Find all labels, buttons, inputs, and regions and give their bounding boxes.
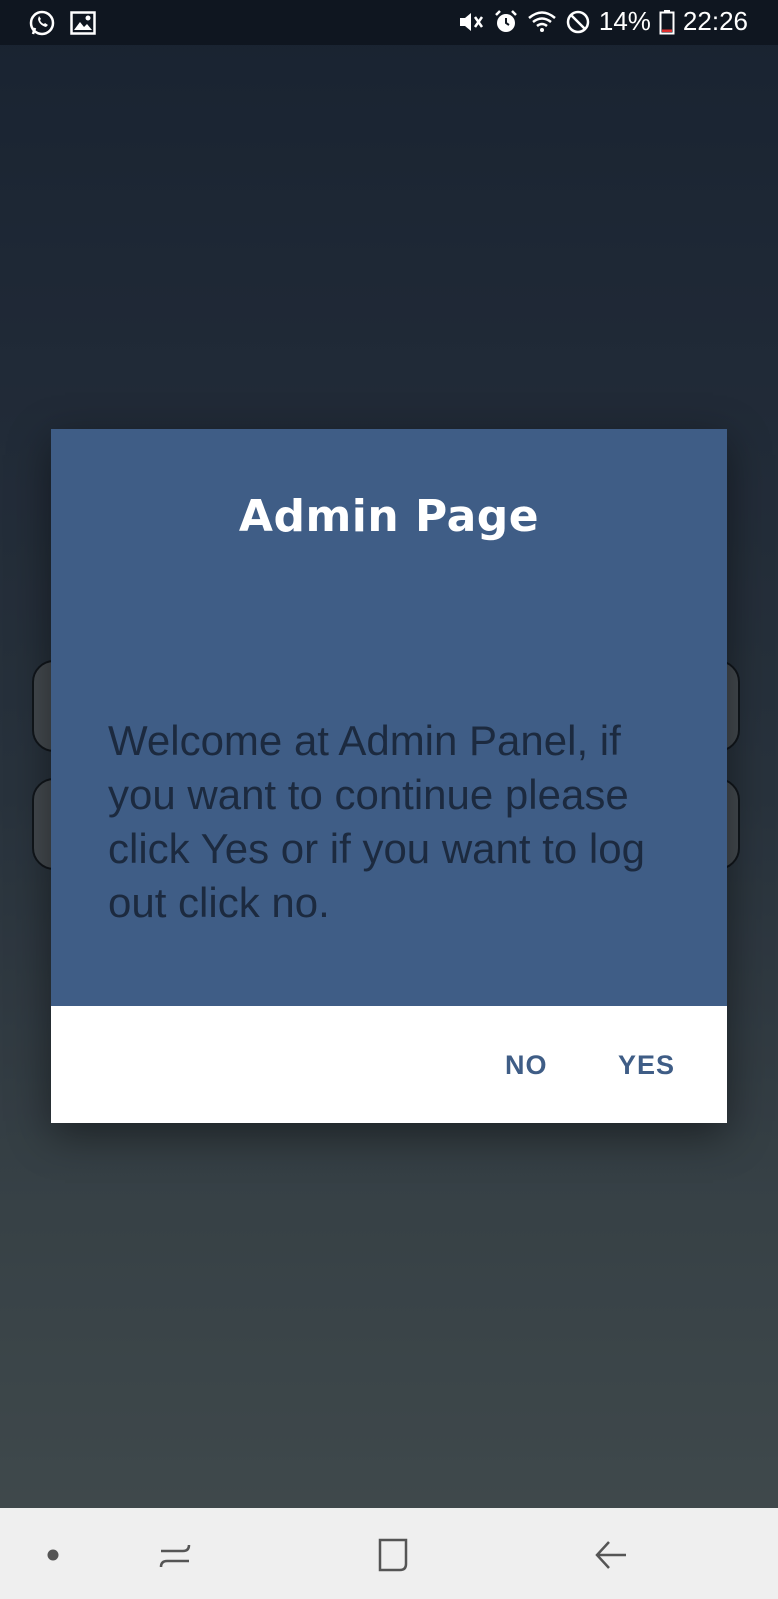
gallery-icon <box>70 11 96 35</box>
back-icon[interactable] <box>586 1530 636 1580</box>
home-icon[interactable] <box>367 1530 417 1580</box>
status-bar: 14% 22:26 <box>0 0 778 45</box>
dialog-actions: NO YES <box>51 1006 727 1123</box>
screen: 14% 22:26 Admin Page Welcome at Admin Pa… <box>0 0 778 1599</box>
dialog-title: Admin Page <box>238 491 540 542</box>
status-right-icons: 14% 22:26 <box>457 6 748 37</box>
dialog-message: Welcome at Admin Panel, if you want to c… <box>108 717 645 926</box>
whatsapp-icon <box>28 9 56 37</box>
dialog-body: Admin Page Welcome at Admin Panel, if yo… <box>51 429 727 1006</box>
battery-percent: 14% <box>598 6 651 36</box>
alarm-icon <box>493 9 519 35</box>
mute-icon <box>457 9 485 35</box>
navigation-bar <box>0 1508 778 1599</box>
status-left-icons <box>28 9 96 37</box>
yes-button[interactable]: YES <box>608 1040 685 1090</box>
wifi-icon <box>527 9 557 35</box>
admin-dialog: Admin Page Welcome at Admin Panel, if yo… <box>51 429 727 1123</box>
battery-icon <box>659 9 675 35</box>
no-button[interactable]: NO <box>495 1040 558 1090</box>
dnd-icon <box>565 9 591 35</box>
clock-time: 22:26 <box>682 6 748 36</box>
dot-icon[interactable] <box>28 1530 78 1580</box>
recents-icon[interactable] <box>150 1530 200 1580</box>
